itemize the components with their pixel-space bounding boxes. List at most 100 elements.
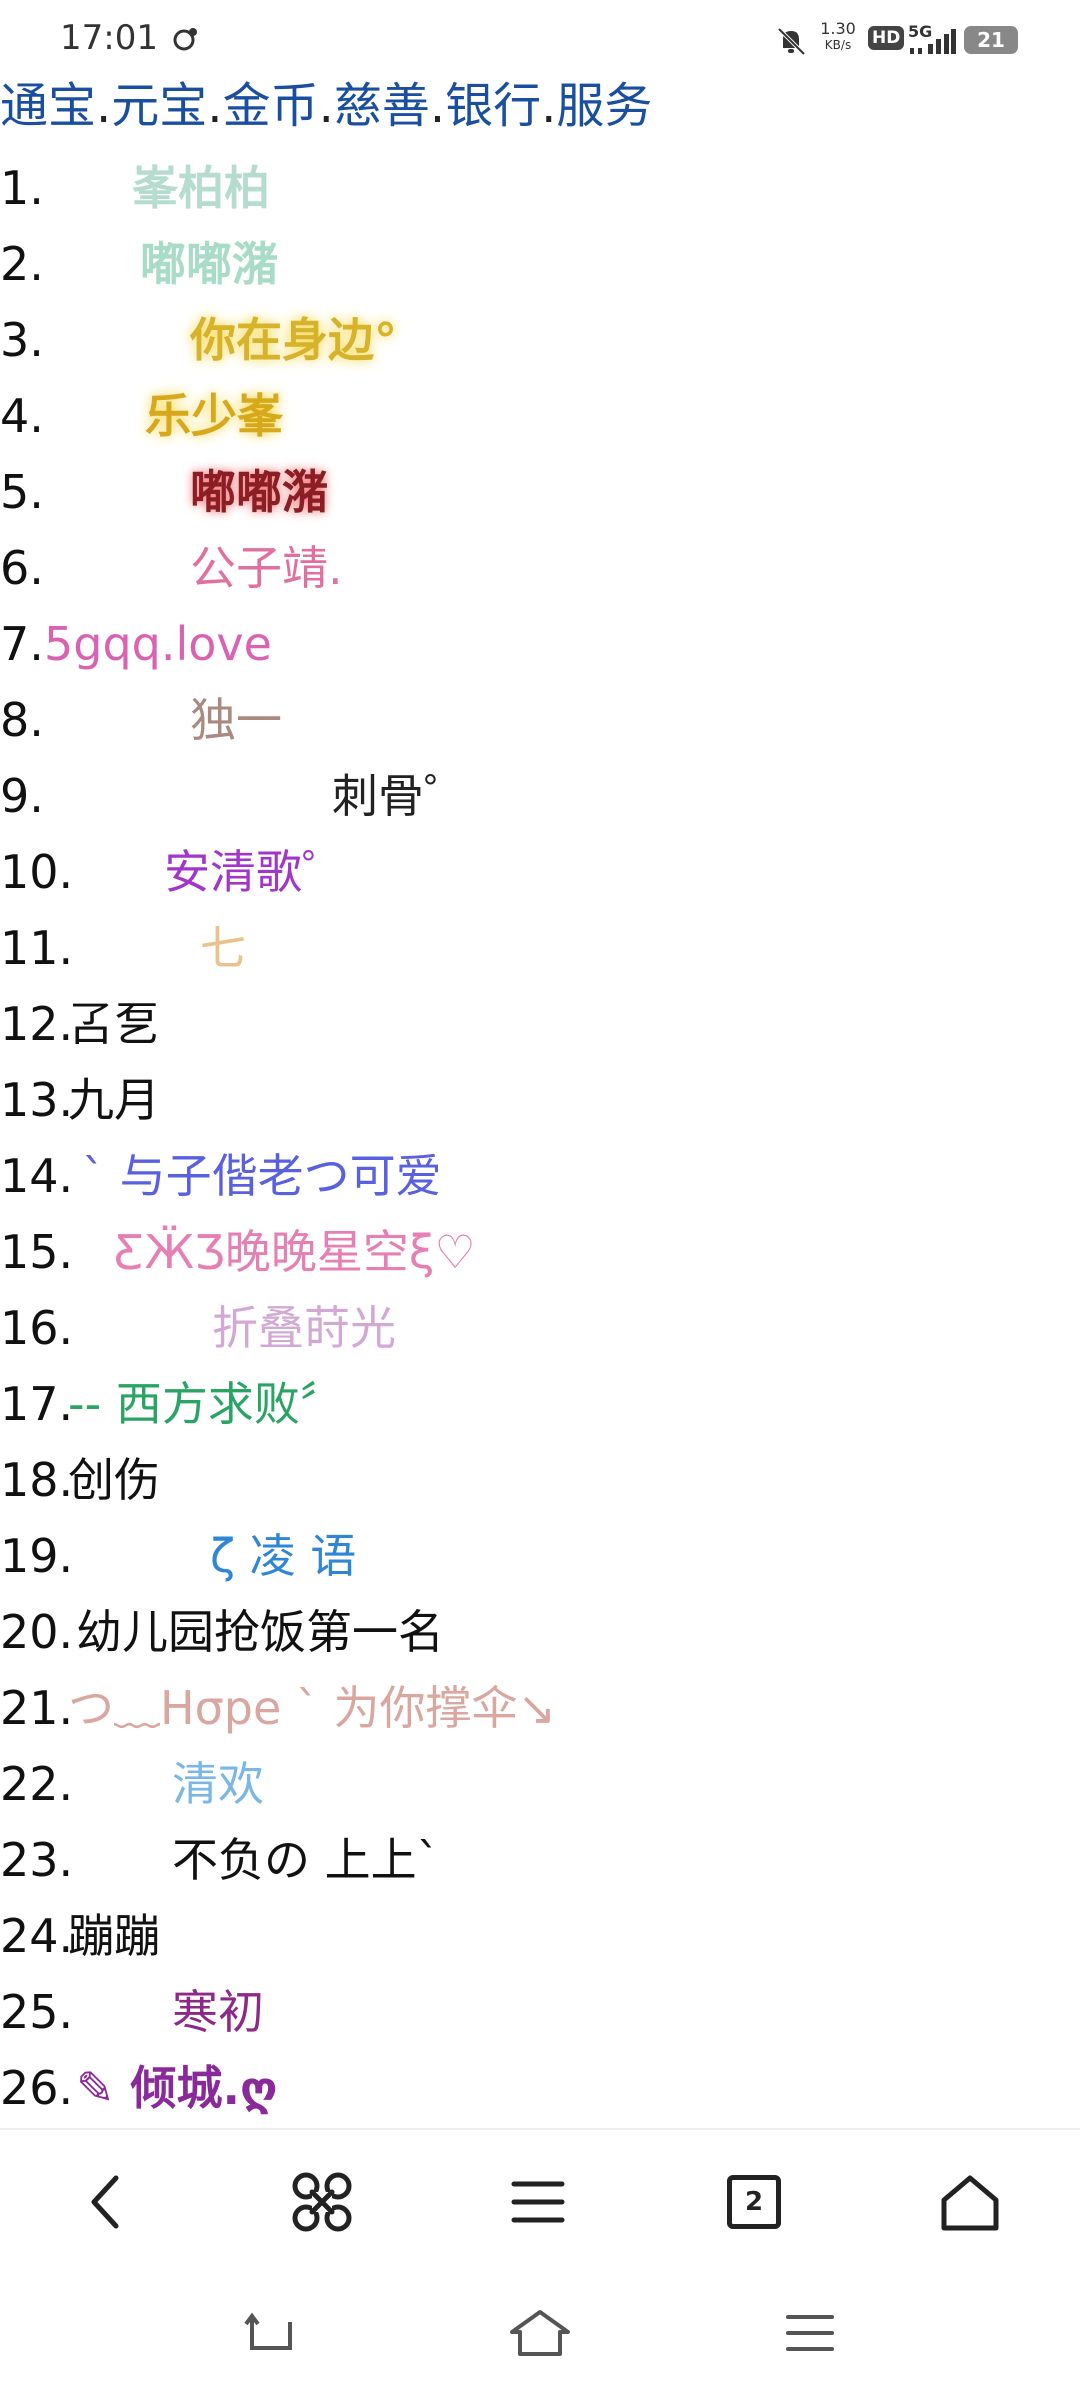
user-name-link[interactable]: 你在身边° (190, 302, 397, 378)
rank-number: 3. (0, 313, 44, 367)
speed-unit: KB/s (824, 38, 852, 52)
crumb-tongbao[interactable]: 通宝 (0, 78, 96, 134)
separator: . (207, 78, 223, 134)
user-name-link[interactable]: 峯柏柏 (132, 150, 270, 226)
rank-number: 10. (0, 845, 74, 899)
rank-number: 13. (0, 1073, 74, 1127)
tabs-button[interactable]: 2 (704, 2152, 804, 2252)
rank-number: 17. (0, 1377, 74, 1431)
list-item: 26. ✎ 倾城.ღ (0, 2050, 1080, 2126)
user-name-link[interactable]: 嘟嘟潴 (190, 454, 328, 530)
list-item: 13. 九月 (0, 1062, 1080, 1138)
separator: . (541, 78, 557, 134)
list-item: 4. 乐少峯 (0, 378, 1080, 454)
separator: . (318, 78, 334, 134)
list-item: 16. 折叠莳光 (0, 1290, 1080, 1366)
list-item: 17. -- 西方求败〞 (0, 1366, 1080, 1442)
crumb-yuanbao[interactable]: 元宝 (111, 78, 207, 134)
home-outline-icon (510, 2310, 570, 2356)
system-recents-button[interactable] (770, 2298, 850, 2368)
list-item: 23. 不负の 上上ˋ (0, 1822, 1080, 1898)
user-name-link[interactable]: 安清歌゜ (164, 834, 348, 910)
network-speed: 1.30 KB/s (816, 20, 860, 54)
apps-button[interactable] (272, 2152, 372, 2252)
list-item: 6. 公子靖. (0, 530, 1080, 606)
list-item: 25. 寒初 (0, 1974, 1080, 2050)
list-item: 20. 幼儿园抢饭第一名 (0, 1594, 1080, 1670)
user-name-link[interactable]: 不负の 上上ˋ (172, 1822, 440, 1898)
system-home-button[interactable] (500, 2298, 580, 2368)
user-name-link[interactable]: 公子靖. (190, 530, 343, 606)
menu-button[interactable] (488, 2152, 588, 2252)
hd-badge: HD (868, 26, 905, 50)
user-name-link[interactable]: つ﹏Hσpe ˋ 为你撑伞↘ (68, 1670, 556, 1746)
rank-number: 23. (0, 1833, 74, 1887)
status-time: 17:01 (60, 18, 158, 58)
list-item: 10. 安清歌゜ (0, 834, 1080, 910)
rank-number: 8. (0, 693, 44, 747)
user-name-link[interactable]: ƸӜƷ晚晚星空ξ♡ (114, 1214, 476, 1290)
user-name-link[interactable]: 叾乭 (68, 986, 160, 1062)
crumb-cishan[interactable]: 慈善 (334, 78, 430, 134)
user-name-link[interactable]: -- 西方求败〞 (68, 1366, 346, 1442)
user-name-link[interactable]: 幼儿园抢饭第一名 (76, 1594, 444, 1670)
system-back-button[interactable] (230, 2298, 310, 2368)
list-item: 8. 独一 (0, 682, 1080, 758)
rank-number: 24. (0, 1909, 74, 1963)
list-item: 12. 叾乭 (0, 986, 1080, 1062)
list-item: 11. 七 (0, 910, 1080, 986)
user-name-link[interactable]: 5gqq.love (44, 606, 272, 682)
notification-app-icon (172, 24, 200, 58)
user-name-link[interactable]: ˋ 与子偕老つ可爱 (82, 1138, 442, 1214)
crumb-yinhang[interactable]: 银行 (445, 78, 541, 134)
mute-icon (774, 24, 808, 58)
user-name-link[interactable]: 折叠莳光 (212, 1290, 396, 1366)
rank-number: 1. (0, 161, 44, 215)
rank-number: 9. (0, 769, 44, 823)
breadcrumb: 通宝.元宝.金币.慈善.银行.服务 (0, 74, 652, 138)
user-name-link[interactable]: 乐少峯 (145, 378, 283, 454)
user-name-link[interactable]: 独一 (190, 682, 282, 758)
rank-number: 25. (0, 1985, 74, 2039)
status-bar: 17:01 1.30 KB/s HD 5G 21 (0, 0, 1080, 84)
user-name-link[interactable]: 刺骨゜ (332, 758, 470, 834)
user-name-link[interactable]: 寒初 (172, 1974, 264, 2050)
ranking-list: 1. 峯柏柏 2. 嘟嘟潴 3. 你在身边° 4. 乐少峯 5. 嘟嘟潴 6. 公子靖. 7… (0, 150, 1080, 2126)
user-name-link[interactable]: ✎ 倾城.ღ (76, 2050, 278, 2126)
system-navigation-bar (0, 2268, 1080, 2400)
list-item: 21. つ﹏Hσpe ˋ 为你撑伞↘ (0, 1670, 1080, 1746)
user-name-link[interactable]: 九月 (68, 1062, 160, 1138)
list-item: 15. ƸӜƷ晚晚星空ξ♡ (0, 1214, 1080, 1290)
user-name-link[interactable]: 创伤 (68, 1442, 160, 1518)
list-item: 9. 刺骨゜ (0, 758, 1080, 834)
list-item: 14. ˋ 与子偕老つ可爱 (0, 1138, 1080, 1214)
rank-number: 12. (0, 997, 74, 1051)
list-item: 2. 嘟嘟潴 (0, 226, 1080, 302)
user-name-link[interactable]: ζ 凌 语 (210, 1518, 356, 1594)
user-name-link[interactable]: 嘟嘟潴 (140, 226, 278, 302)
battery-level: 21 (977, 28, 1005, 52)
recents-menu-icon (786, 2315, 834, 2351)
rank-number: 4. (0, 389, 44, 443)
list-item: 5. 嘟嘟潴 (0, 454, 1080, 530)
user-name-link[interactable]: 七 (200, 910, 246, 986)
home-icon (941, 2175, 999, 2231)
crumb-fuwu[interactable]: 服务 (556, 78, 652, 134)
rank-number: 6. (0, 541, 44, 595)
user-name-link[interactable]: 蹦蹦 (68, 1898, 160, 1974)
tabs-count: 2 (744, 2187, 764, 2217)
rank-number: 5. (0, 465, 44, 519)
rank-number: 16. (0, 1301, 74, 1355)
separator: . (96, 78, 112, 134)
rank-number: 21. (0, 1681, 74, 1735)
tabs-icon: 2 (727, 2175, 781, 2229)
list-item: 18. 创伤 (0, 1442, 1080, 1518)
list-item: 19. ζ 凌 语 (0, 1518, 1080, 1594)
back-button[interactable] (56, 2152, 156, 2252)
crumb-jinbi[interactable]: 金币 (223, 78, 319, 134)
list-item: 7. 5gqq.love (0, 606, 1080, 682)
home-button[interactable] (920, 2152, 1020, 2252)
back-arrow-icon (244, 2312, 292, 2350)
battery-icon: 21 (964, 26, 1018, 54)
user-name-link[interactable]: 清欢 (172, 1746, 264, 1822)
